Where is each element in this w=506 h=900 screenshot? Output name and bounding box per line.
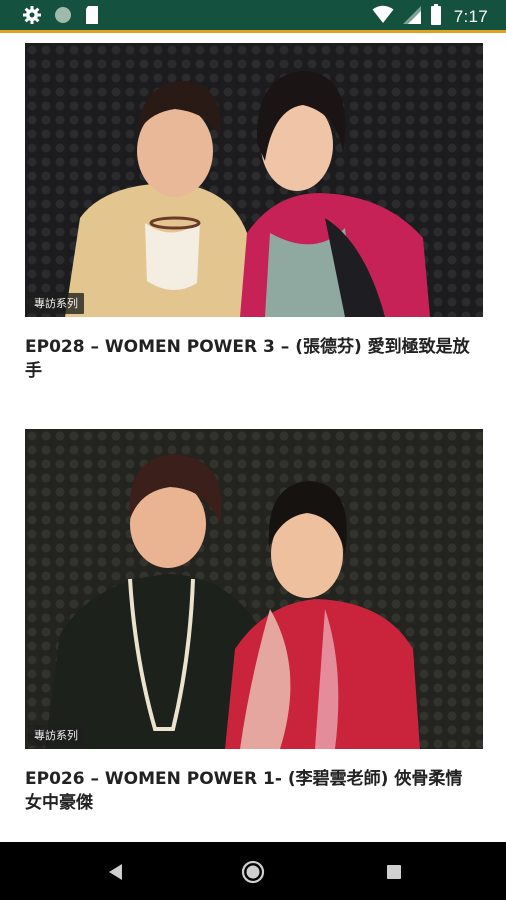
status-bar: 7:17 xyxy=(0,0,506,30)
episode-thumbnail[interactable]: 專訪系列 xyxy=(25,43,483,317)
circle-icon xyxy=(54,6,72,28)
category-tag: 專訪系列 xyxy=(28,293,84,314)
battery-icon xyxy=(430,4,442,30)
back-icon[interactable] xyxy=(104,860,128,884)
clock-time: 7:17 xyxy=(453,7,488,26)
episode-card[interactable]: 專訪系列 EP026 – WOMEN POWER 1- (李碧雲老師) 俠骨柔情… xyxy=(25,429,483,815)
photo-two-women xyxy=(25,43,483,317)
gear-icon xyxy=(22,5,42,29)
category-tag: 專訪系列 xyxy=(28,725,84,746)
recents-icon[interactable] xyxy=(382,860,406,884)
home-icon[interactable] xyxy=(241,860,265,884)
episode-card[interactable]: 專訪系列 EP028 – WOMEN POWER 3 – (張德芬) 愛到極致是… xyxy=(25,43,483,383)
sim-card-icon xyxy=(84,5,100,29)
cellular-signal-icon xyxy=(402,5,422,29)
navigation-bar xyxy=(0,842,506,900)
episode-title[interactable]: EP026 – WOMEN POWER 1- (李碧雲老師) 俠骨柔情 女中豪傑 xyxy=(25,767,483,815)
wifi-icon xyxy=(372,5,394,29)
status-accent-line xyxy=(0,30,506,33)
photo-two-women xyxy=(25,429,483,749)
episode-title[interactable]: EP028 – WOMEN POWER 3 – (張德芬) 愛到極致是放手 xyxy=(25,335,483,383)
episode-thumbnail[interactable]: 專訪系列 xyxy=(25,429,483,749)
